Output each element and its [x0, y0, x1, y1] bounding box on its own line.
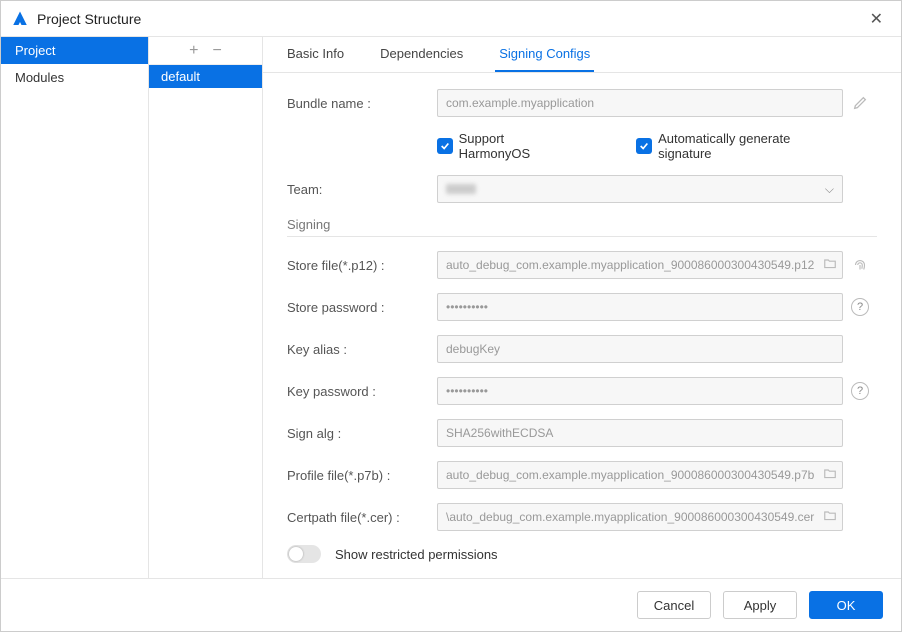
row-store-password: Store password : ?: [287, 293, 877, 321]
restricted-permissions-label: Show restricted permissions: [335, 547, 498, 562]
ok-button[interactable]: OK: [809, 591, 883, 619]
row-sign-alg: Sign alg :: [287, 419, 877, 447]
config-item-default[interactable]: default: [149, 65, 262, 88]
fingerprint-icon[interactable]: [843, 256, 877, 274]
store-password-label: Store password :: [287, 300, 437, 315]
project-structure-window: Project Structure ✕ Project Modules + − …: [0, 0, 902, 632]
checkbox-support-harmonyos[interactable]: Support HarmonyOS: [437, 131, 576, 161]
checkmark-icon: [437, 138, 453, 154]
sidebar-item-project[interactable]: Project: [1, 37, 148, 64]
apply-button[interactable]: Apply: [723, 591, 797, 619]
restricted-permissions-toggle[interactable]: [287, 545, 321, 563]
row-store-file: Store file(*.p12) :: [287, 251, 877, 279]
chevron-down-icon: ⌵: [825, 182, 834, 197]
signing-section-title: Signing: [287, 217, 877, 232]
team-label: Team:: [287, 182, 437, 197]
tab-dependencies[interactable]: Dependencies: [376, 37, 467, 72]
divider: [287, 236, 877, 237]
help-icon[interactable]: ?: [851, 298, 869, 316]
row-team: Team: ⌵: [287, 175, 877, 203]
remove-config-icon[interactable]: −: [213, 42, 222, 60]
row-key-password: Key password : ?: [287, 377, 877, 405]
window-title: Project Structure: [37, 11, 141, 27]
profile-file-label: Profile file(*.p7b) :: [287, 468, 437, 483]
tabs: Basic Info Dependencies Signing Configs: [263, 37, 901, 73]
key-password-input[interactable]: [437, 377, 843, 405]
footer: Cancel Apply OK: [1, 578, 901, 631]
row-checkboxes: Support HarmonyOS Automatically generate…: [287, 131, 877, 161]
edit-bundle-icon[interactable]: [843, 95, 877, 111]
folder-icon[interactable]: [823, 467, 837, 484]
folder-icon[interactable]: [823, 257, 837, 274]
close-icon[interactable]: ✕: [862, 5, 891, 33]
key-password-label: Key password :: [287, 384, 437, 399]
main-panel: Basic Info Dependencies Signing Configs …: [263, 37, 901, 578]
row-profile-file: Profile file(*.p7b) :: [287, 461, 877, 489]
store-file-input[interactable]: [437, 251, 843, 279]
row-certpath-file: Certpath file(*.cer) :: [287, 503, 877, 531]
auto-signature-label: Automatically generate signature: [658, 131, 843, 161]
sidebar: Project Modules: [1, 37, 149, 578]
bundle-name-input[interactable]: [437, 89, 843, 117]
checkbox-auto-signature[interactable]: Automatically generate signature: [636, 131, 843, 161]
add-config-icon[interactable]: +: [189, 42, 198, 60]
config-list: + − default: [149, 37, 263, 578]
store-file-label: Store file(*.p12) :: [287, 258, 437, 273]
certpath-file-input[interactable]: [437, 503, 843, 531]
team-select[interactable]: ⌵: [437, 175, 843, 203]
form-area: Bundle name : S: [263, 73, 901, 578]
window-body: Project Modules + − default Basic Info D…: [1, 37, 901, 578]
checkmark-icon: [636, 138, 652, 154]
sign-alg-label: Sign alg :: [287, 426, 437, 441]
cancel-button[interactable]: Cancel: [637, 591, 711, 619]
titlebar: Project Structure ✕: [1, 1, 901, 37]
row-restricted-permissions: Show restricted permissions: [287, 545, 877, 563]
profile-file-input[interactable]: [437, 461, 843, 489]
sidebar-item-modules[interactable]: Modules: [1, 64, 148, 91]
tab-signing-configs[interactable]: Signing Configs: [495, 37, 594, 72]
key-alias-label: Key alias :: [287, 342, 437, 357]
help-icon[interactable]: ?: [851, 382, 869, 400]
app-logo-icon: [11, 10, 29, 28]
key-alias-input[interactable]: [437, 335, 843, 363]
store-password-input[interactable]: [437, 293, 843, 321]
sign-alg-input[interactable]: [437, 419, 843, 447]
tab-basic-info[interactable]: Basic Info: [283, 37, 348, 72]
config-list-toolbar: + −: [149, 37, 262, 65]
certpath-file-label: Certpath file(*.cer) :: [287, 510, 437, 525]
bundle-name-label: Bundle name :: [287, 96, 437, 111]
folder-icon[interactable]: [823, 509, 837, 526]
support-harmonyos-label: Support HarmonyOS: [459, 131, 577, 161]
team-value-redacted: [446, 184, 476, 194]
row-key-alias: Key alias :: [287, 335, 877, 363]
row-bundle-name: Bundle name :: [287, 89, 877, 117]
